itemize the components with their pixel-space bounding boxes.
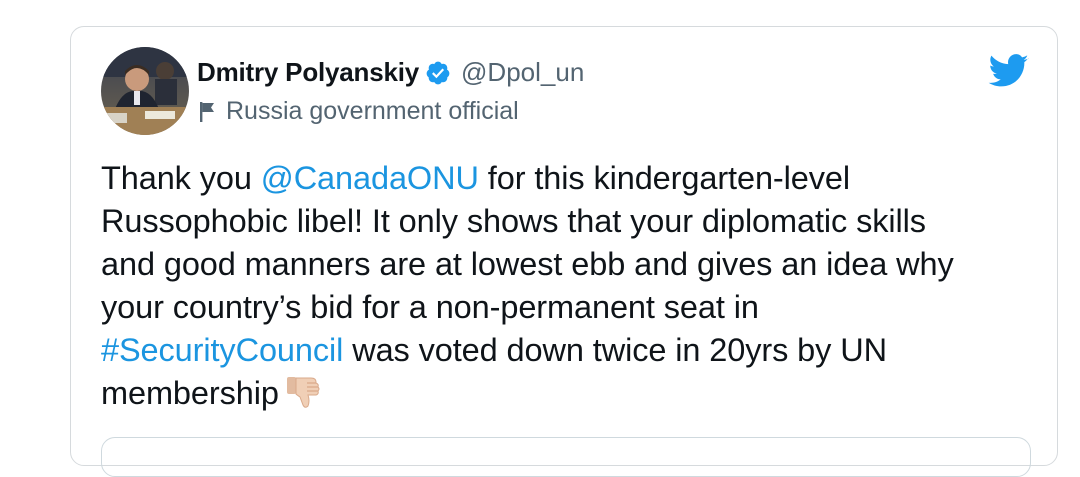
twitter-bird-icon[interactable] <box>987 53 1029 89</box>
tweet-text-segment: was voted down twice in 20yrs by UN <box>343 332 887 368</box>
tweet-text-line: Russophobic libel! It only shows that yo… <box>101 200 1041 243</box>
mention-link[interactable]: @CanadaONU <box>261 160 479 196</box>
tweet-text-segment: Russophobic libel! It only shows that yo… <box>101 203 926 239</box>
tweet-text-segment: for this kindergarten-level <box>478 160 850 196</box>
tweet-text: Thank you @CanadaONU for this kindergart… <box>101 157 1041 415</box>
government-label-text: Russia government official <box>226 97 519 125</box>
verified-badge-icon <box>425 60 451 86</box>
tweet-text-line: Thank you @CanadaONU for this kindergart… <box>101 157 1041 200</box>
tweet-text-segment: your country’s bid for a non-permanent s… <box>101 289 759 325</box>
author-avatar[interactable] <box>101 47 189 135</box>
hashtag-link[interactable]: #SecurityCouncil <box>101 332 343 368</box>
tweet-text-segment: Thank you <box>101 160 261 196</box>
tweet-text-segment: and good manners are at lowest ebb and g… <box>101 246 954 282</box>
author-row: Dmitry Polyanskiy @Dpol_un <box>197 57 584 88</box>
government-label[interactable]: Russia government official <box>198 97 519 126</box>
author-handle[interactable]: @Dpol_un <box>461 57 584 88</box>
tweet-text-line: and good manners are at lowest ebb and g… <box>101 243 1041 286</box>
tweet-text-segment: membership <box>101 375 279 411</box>
tweet-text-line: #SecurityCouncil was voted down twice in… <box>101 329 1041 372</box>
quoted-tweet-card[interactable] <box>101 437 1031 477</box>
thumbs-down-icon <box>285 374 323 410</box>
tweet-card[interactable]: Dmitry Polyanskiy @Dpol_un Russia govern… <box>70 26 1058 477</box>
tweet-text-line: your country’s bid for a non-permanent s… <box>101 286 1041 329</box>
tweet-text-line: membership <box>101 372 1041 415</box>
flag-icon <box>198 101 218 123</box>
author-display-name[interactable]: Dmitry Polyanskiy <box>197 57 419 88</box>
